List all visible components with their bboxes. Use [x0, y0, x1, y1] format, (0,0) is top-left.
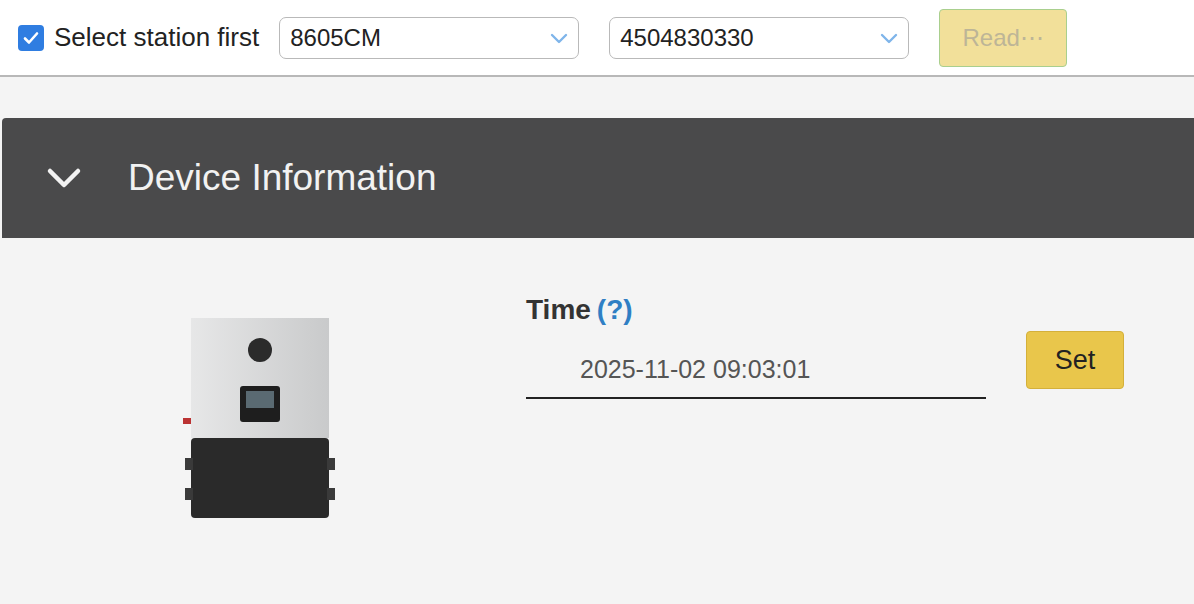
device-panel: Time(?)Set	[0, 238, 1194, 518]
top-bar: Select station first 8605CM 4504830330 Read…	[0, 0, 1194, 77]
device-select[interactable]: 4504830330	[609, 17, 909, 59]
inverter-image	[183, 318, 335, 518]
time-label-row: Time(?)	[526, 292, 1124, 328]
time-group: Time(?)Set	[526, 292, 1124, 399]
station-select-value[interactable]: 8605CM	[290, 20, 548, 56]
check-icon	[22, 29, 40, 47]
dropdown-arrow-icon	[878, 27, 900, 49]
help-link[interactable]: (?)	[597, 294, 633, 325]
chevron-icon	[42, 156, 86, 200]
time-input[interactable]	[526, 343, 986, 399]
dropdown-arrow-icon	[548, 27, 570, 49]
set-button[interactable]: Set	[1026, 331, 1124, 389]
time-label: Time	[526, 294, 591, 325]
section-header[interactable]: Device Information	[2, 118, 1194, 238]
station-select[interactable]: 8605CM	[279, 17, 579, 59]
device-select-value[interactable]: 4504830330	[620, 20, 878, 56]
section-title[interactable]: Device Information	[128, 150, 436, 206]
read-button[interactable]: Read⋯	[939, 9, 1067, 67]
time-row: Set	[526, 343, 1124, 399]
select-station-checkbox[interactable]	[18, 25, 44, 51]
select-station-label[interactable]: Select station first	[54, 18, 259, 57]
